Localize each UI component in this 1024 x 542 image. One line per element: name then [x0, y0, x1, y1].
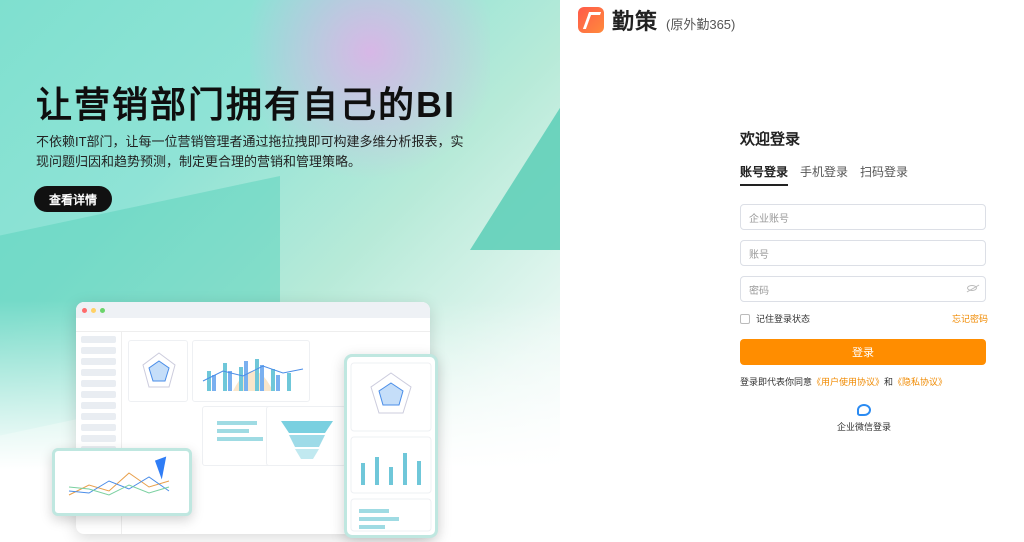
login-page: 让营销部门拥有自己的BI 不依赖IT部门，让每一位营销管理者通过拖拉拽即可构建多…	[0, 0, 1024, 542]
bar-chart-card	[192, 340, 310, 402]
remember-label: 记住登录状态	[756, 314, 811, 324]
password-input[interactable]: 密码	[740, 276, 986, 302]
wechat-login[interactable]: 企业微信登录	[740, 404, 988, 433]
company-account-input[interactable]: 企业账号	[740, 204, 986, 230]
login-tabs: 账号登录 手机登录 扫码登录	[740, 163, 988, 186]
phone-illustration	[344, 354, 438, 538]
remember-login-checkbox[interactable]: 记住登录状态	[740, 312, 810, 325]
privacy-link[interactable]: 《隐私协议》	[893, 377, 947, 387]
checkbox-icon[interactable]	[740, 313, 750, 324]
agreement-text: 登录即代表你同意《用户使用协议》和《隐私协议》	[740, 375, 988, 388]
login-button[interactable]: 登录	[740, 339, 986, 365]
forgot-password-link[interactable]: 忘记密码	[952, 312, 988, 325]
wechat-login-label: 企业微信登录	[836, 422, 891, 432]
hero-title: 让营销部门拥有自己的BI	[36, 84, 457, 125]
wechat-work-icon[interactable]	[857, 404, 871, 416]
line-chart-illustration	[52, 448, 192, 516]
account-input[interactable]: 账号	[740, 240, 986, 266]
password-placeholder: 密码	[749, 285, 769, 297]
agreement-and: 和	[884, 377, 894, 387]
agreement-prefix: 登录即代表你同意	[740, 377, 813, 387]
company-account-placeholder: 企业账号	[749, 213, 789, 225]
detail-button[interactable]: 查看详情	[34, 186, 112, 212]
user-agreement-link[interactable]: 《用户使用协议》	[812, 377, 884, 387]
toolbar	[76, 318, 430, 332]
login-panel: 欢迎登录 账号登录 手机登录 扫码登录 企业账号 账号 密码 记住登录状态 忘记…	[740, 128, 988, 433]
brand-logo: 勤策 (原外勤365)	[578, 4, 735, 36]
brand-logo-icon	[578, 7, 604, 33]
brand-subtitle: (原外勤365)	[666, 16, 736, 32]
hero-description: 不依赖IT部门，让每一位营销管理者通过拖拉拽即可构建多维分析报表，实现问题归因和…	[36, 134, 464, 169]
account-placeholder: 账号	[749, 249, 769, 261]
brand-name: 勤策	[612, 9, 659, 34]
welcome-title: 欢迎登录	[740, 131, 801, 148]
radar-card	[128, 340, 188, 402]
window-bar	[76, 302, 430, 318]
login-options: 记住登录状态 忘记密码	[740, 312, 988, 325]
tab-qr-login[interactable]: 扫码登录	[860, 163, 908, 186]
funnel-card	[266, 406, 346, 466]
decor-triangle	[470, 100, 560, 250]
hero-section: 让营销部门拥有自己的BI 不依赖IT部门，让每一位营销管理者通过拖拉拽即可构建多…	[0, 0, 560, 542]
tab-phone-login[interactable]: 手机登录	[800, 163, 848, 186]
tab-account-login[interactable]: 账号登录	[740, 163, 789, 186]
hide-password-icon[interactable]	[967, 285, 977, 291]
